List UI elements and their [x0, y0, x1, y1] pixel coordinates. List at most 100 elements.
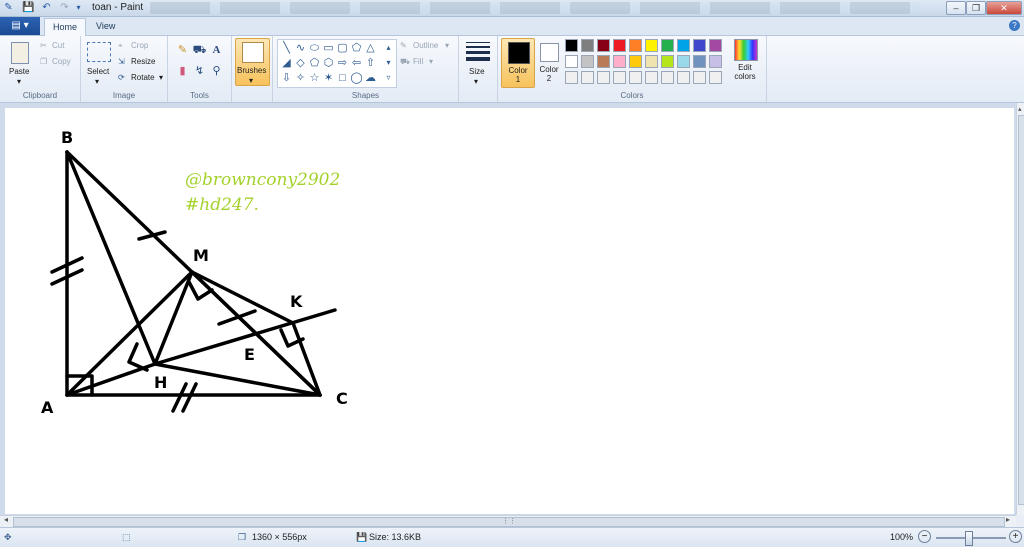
color2-button[interactable]: Color 2: [536, 38, 564, 86]
pentagon-shape-icon[interactable]: ⬠: [308, 57, 321, 69]
rotate-button[interactable]: Rotate: [131, 73, 155, 82]
cloud-callout-shape-icon[interactable]: ☁: [364, 72, 377, 84]
select-button[interactable]: Select: [87, 67, 109, 76]
paste-button[interactable]: Paste: [9, 67, 29, 76]
palette-swatch[interactable]: [693, 71, 706, 84]
line-shape-icon[interactable]: ╲: [280, 42, 293, 54]
palette-swatch[interactable]: [581, 71, 594, 84]
zoom-in-button[interactable]: +: [1009, 530, 1022, 543]
size-group[interactable]: Size ▾: [459, 36, 498, 102]
shapes-scroll-up-icon[interactable]: ▴: [382, 42, 395, 54]
palette-swatch[interactable]: [645, 71, 658, 84]
hexagon-shape-icon[interactable]: ⬡: [322, 57, 335, 69]
palette-swatch[interactable]: [613, 71, 626, 84]
palette-swatch[interactable]: [709, 71, 722, 84]
restore-button[interactable]: ❐: [966, 1, 986, 15]
edit-colors-button[interactable]: Edit colors: [730, 63, 760, 81]
file-menu-button[interactable]: ▤ ▾: [0, 17, 40, 35]
palette-swatch[interactable]: [677, 55, 690, 68]
palette-swatch[interactable]: [693, 39, 706, 52]
palette-swatch[interactable]: [677, 71, 690, 84]
shapes-expand-icon[interactable]: ▿: [382, 72, 395, 84]
close-button[interactable]: ✕: [986, 1, 1022, 15]
paint-app-icon[interactable]: ✎: [2, 1, 15, 14]
left-arrow-shape-icon[interactable]: ⇦: [350, 57, 363, 69]
palette-swatch[interactable]: [629, 55, 642, 68]
palette-swatch[interactable]: [677, 39, 690, 52]
rounded-rectangle-shape-icon[interactable]: ▢: [336, 42, 349, 54]
color-picker-icon[interactable]: ↯: [192, 64, 207, 79]
palette-swatch[interactable]: [581, 39, 594, 52]
callout-shape-icon[interactable]: □: [336, 72, 349, 84]
palette-swatch[interactable]: [597, 39, 610, 52]
down-arrow-shape-icon[interactable]: ⇩: [280, 72, 293, 84]
paste-dropdown-icon[interactable]: ▾: [17, 77, 21, 86]
curve-shape-icon[interactable]: ∿: [294, 42, 307, 54]
size-dropdown-icon[interactable]: ▾: [474, 77, 478, 86]
minimize-button[interactable]: –: [946, 1, 966, 15]
palette-swatch[interactable]: [565, 55, 578, 68]
palette-swatch[interactable]: [709, 39, 722, 52]
rotate-dropdown-icon[interactable]: ▾: [159, 73, 163, 82]
palette-swatch[interactable]: [645, 55, 658, 68]
palette-swatch[interactable]: [693, 55, 706, 68]
palette-swatch[interactable]: [565, 71, 578, 84]
five-point-star-shape-icon[interactable]: ☆: [308, 72, 321, 84]
zoom-out-button[interactable]: −: [918, 530, 931, 543]
triangle-shape-icon[interactable]: △: [364, 42, 377, 54]
eraser-icon[interactable]: ▮: [175, 64, 190, 79]
select-dropdown-icon[interactable]: ▾: [95, 77, 99, 86]
crop-button[interactable]: Crop: [131, 41, 148, 50]
oval-shape-icon[interactable]: ⬭: [308, 42, 321, 54]
polygon-shape-icon[interactable]: ⬠: [350, 42, 363, 54]
drawing-canvas[interactable]: B M K E H A C @browncony2902 #hd247.: [5, 108, 1014, 514]
right-arrow-shape-icon[interactable]: ⇨: [336, 57, 349, 69]
palette-swatch[interactable]: [629, 39, 642, 52]
horizontal-scroll-thumb[interactable]: ⋮⋮: [13, 517, 1005, 527]
pencil-icon[interactable]: ✎: [175, 43, 190, 58]
help-icon[interactable]: ?: [1009, 20, 1020, 31]
fill-bucket-icon[interactable]: ⛟: [192, 43, 207, 58]
zoom-slider-thumb[interactable]: [965, 531, 973, 546]
vertical-scrollbar[interactable]: ▴: [1016, 103, 1024, 515]
resize-button[interactable]: Resize: [131, 57, 155, 66]
tab-view[interactable]: View: [88, 18, 123, 35]
scroll-right-icon[interactable]: ▸: [1006, 515, 1010, 524]
fill-button[interactable]: Fill: [413, 57, 423, 66]
palette-swatch[interactable]: [629, 71, 642, 84]
vertical-scroll-thumb[interactable]: [1018, 115, 1024, 505]
text-tool-icon[interactable]: A: [209, 43, 224, 58]
edit-colors-icon[interactable]: [734, 39, 758, 61]
palette-swatch[interactable]: [613, 39, 626, 52]
redo-icon[interactable]: ↷: [58, 1, 71, 14]
scroll-left-icon[interactable]: ◂: [4, 515, 8, 524]
save-icon[interactable]: 💾: [22, 1, 35, 14]
oval-callout-shape-icon[interactable]: ◯: [350, 72, 363, 84]
up-arrow-shape-icon[interactable]: ⇧: [364, 57, 377, 69]
right-triangle-shape-icon[interactable]: ◢: [280, 57, 293, 69]
palette-swatch[interactable]: [661, 71, 674, 84]
size-button[interactable]: Size: [469, 67, 485, 76]
quick-access-dropdown-icon[interactable]: ▾: [72, 1, 85, 14]
fill-dropdown-icon[interactable]: ▾: [429, 57, 433, 66]
four-point-star-shape-icon[interactable]: ✧: [294, 72, 307, 84]
undo-icon[interactable]: ↶: [40, 1, 53, 14]
copy-button[interactable]: Copy: [52, 57, 71, 66]
scroll-up-icon[interactable]: ▴: [1018, 105, 1022, 113]
magnifier-icon[interactable]: ⚲: [209, 64, 224, 79]
palette-swatch[interactable]: [709, 55, 722, 68]
shapes-scroll-down-icon[interactable]: ▾: [382, 57, 395, 69]
outline-dropdown-icon[interactable]: ▾: [445, 41, 449, 50]
palette-swatch[interactable]: [597, 71, 610, 84]
palette-swatch[interactable]: [661, 55, 674, 68]
palette-swatch[interactable]: [613, 55, 626, 68]
palette-swatch[interactable]: [581, 55, 594, 68]
palette-swatch[interactable]: [645, 39, 658, 52]
palette-swatch[interactable]: [565, 39, 578, 52]
palette-swatch[interactable]: [597, 55, 610, 68]
diamond-shape-icon[interactable]: ◇: [294, 57, 307, 69]
tab-home[interactable]: Home: [44, 18, 87, 36]
rectangle-shape-icon[interactable]: ▭: [322, 42, 335, 54]
outline-button[interactable]: Outline: [413, 41, 438, 50]
horizontal-scrollbar[interactable]: ◂ ⋮⋮ ▸: [0, 515, 1016, 527]
